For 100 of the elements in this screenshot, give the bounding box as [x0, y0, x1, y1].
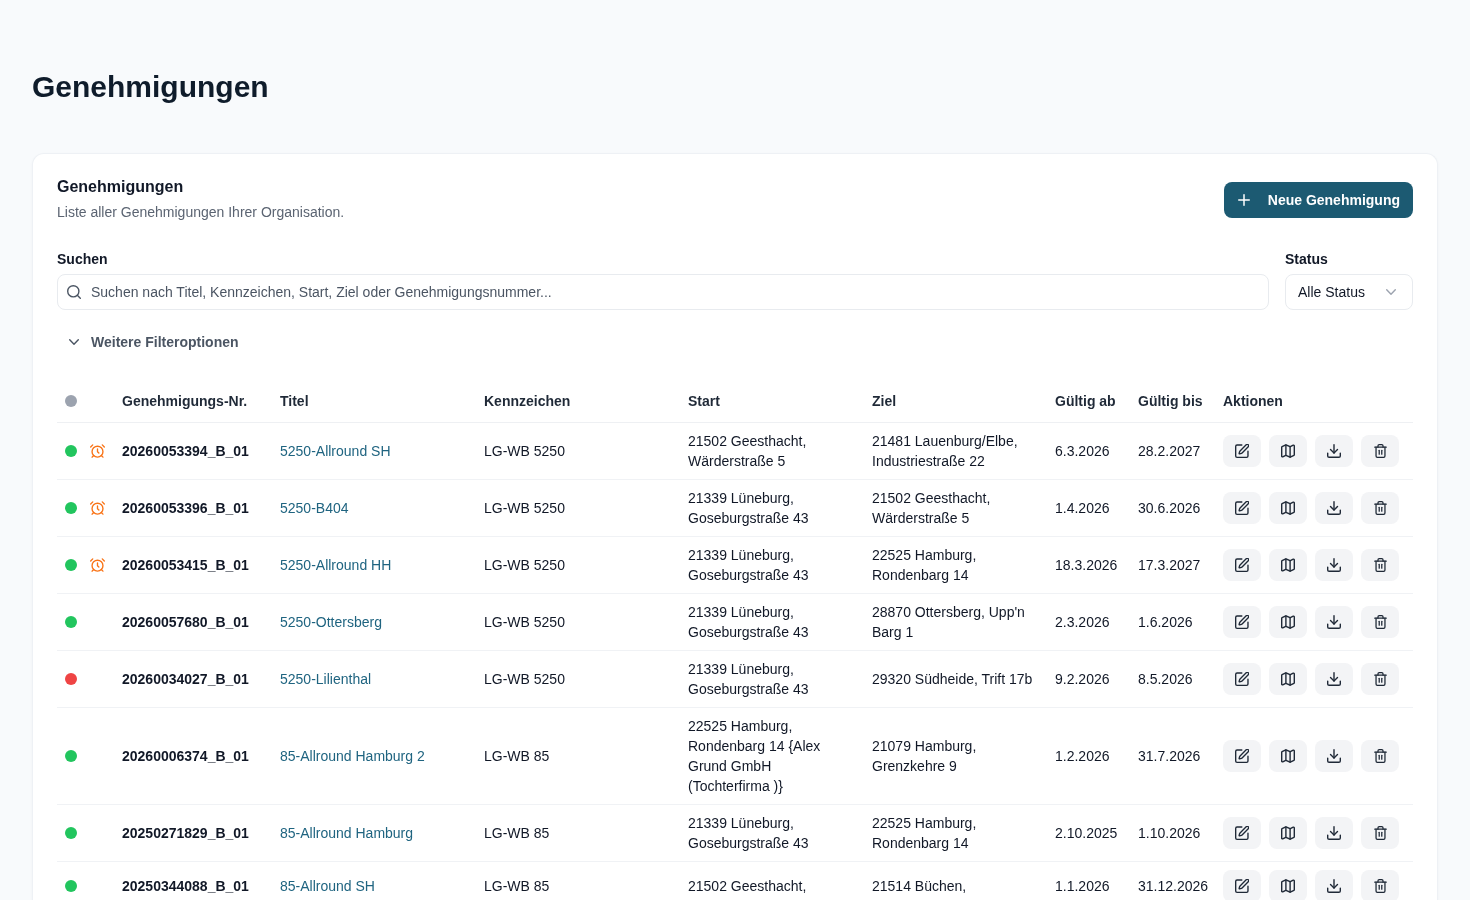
start-cell: 22525 Hamburg, Rondenbarg 14 {Alex Grund GmbH (Tochterfirma )}: [680, 707, 864, 805]
permit-title-link[interactable]: 5250-Allround HH: [280, 557, 392, 573]
start-cell: 21339 Lüneburg, Goseburgstraße 43: [680, 650, 864, 708]
trash-icon: [1373, 879, 1387, 893]
start-cell: 21339 Lüneburg, Goseburgstraße 43: [680, 804, 864, 862]
search-label: Suchen: [57, 250, 108, 269]
download-button[interactable]: [1315, 817, 1353, 849]
map-icon: [1281, 501, 1295, 515]
permit-title-link[interactable]: 85-Allround Hamburg 2: [280, 748, 425, 764]
valid-from-cell: 6.3.2026: [1047, 422, 1130, 480]
map-button[interactable]: [1269, 663, 1307, 695]
edit-button[interactable]: [1223, 435, 1261, 467]
valid-to-cell: 30.6.2026: [1130, 479, 1215, 537]
valid-from-cell: 1.2.2026: [1047, 707, 1130, 805]
valid-from-cell: 2.3.2026: [1047, 593, 1130, 651]
valid-to-cell: 8.5.2026: [1130, 650, 1215, 708]
map-button[interactable]: [1269, 549, 1307, 581]
more-filters-toggle[interactable]: Weitere Filteroptionen: [69, 332, 239, 352]
map-icon: [1281, 615, 1295, 629]
delete-button[interactable]: [1361, 663, 1399, 695]
column-header: Gültig bis: [1130, 380, 1215, 423]
pencil-square-icon: [1235, 501, 1249, 515]
permit-number-cell: 20260034027_B_01: [114, 650, 272, 708]
new-permit-button[interactable]: Neue Genehmigung: [1223, 182, 1413, 218]
map-button[interactable]: [1269, 870, 1307, 900]
trash-icon: [1373, 749, 1387, 763]
delete-button[interactable]: [1361, 740, 1399, 772]
column-header: Kennzeichen: [476, 380, 680, 423]
download-button[interactable]: [1315, 870, 1353, 900]
delete-button[interactable]: [1361, 817, 1399, 849]
edit-button[interactable]: [1223, 606, 1261, 638]
valid-from-cell: 9.2.2026: [1047, 650, 1130, 708]
page-title: Genehmigungen: [32, 69, 269, 105]
download-icon: [1327, 615, 1341, 629]
download-button[interactable]: [1315, 606, 1353, 638]
download-icon: [1327, 826, 1341, 840]
map-button[interactable]: [1269, 817, 1307, 849]
valid-to-cell: 31.7.2026: [1130, 707, 1215, 805]
permit-number-cell: 20260053415_B_01: [114, 536, 272, 594]
download-button[interactable]: [1315, 549, 1353, 581]
destination-cell: 29320 Südheide, Trift 17b: [864, 650, 1047, 708]
permit-number-cell: 20250271829_B_01: [114, 804, 272, 862]
chevron-down-icon: [1386, 289, 1396, 295]
valid-to-cell: 1.6.2026: [1130, 593, 1215, 651]
permit-title-link[interactable]: 85-Allround Hamburg: [280, 825, 414, 841]
edit-button[interactable]: [1223, 740, 1261, 772]
delete-button[interactable]: [1361, 435, 1399, 467]
permit-number-cell: 20260053396_B_01: [114, 479, 272, 537]
download-button[interactable]: [1315, 492, 1353, 524]
permit-title-link[interactable]: 5250-Ottersberg: [280, 614, 382, 630]
trash-icon: [1373, 501, 1387, 515]
start-cell: 21339 Lüneburg, Goseburgstraße 43: [680, 479, 864, 537]
delete-button[interactable]: [1361, 606, 1399, 638]
destination-cell: 28870 Ottersberg, Upp'n Barg 1: [864, 593, 1047, 651]
map-button[interactable]: [1269, 492, 1307, 524]
trash-icon: [1373, 672, 1387, 686]
destination-cell: 21481 Lauenburg/Elbe, Industriestraße 22: [864, 422, 1047, 480]
download-button[interactable]: [1315, 663, 1353, 695]
valid-from-cell: 18.3.2026: [1047, 536, 1130, 594]
search-field[interactable]: Suchen nach Titel, Kennzeichen, Start, Ziel oder Genehmigungsnummer...: [57, 274, 1269, 310]
permit-title-link[interactable]: 85-Allround SH: [280, 878, 375, 894]
delete-button[interactable]: [1361, 870, 1399, 900]
permit-number-cell: 20260053394_B_01: [114, 422, 272, 480]
permit-title-link[interactable]: 5250-Allround SH: [280, 443, 391, 459]
plate-cell: LG-WB 85: [476, 707, 680, 805]
column-header: Ziel: [864, 380, 1047, 423]
destination-cell: 22525 Hamburg, Rondenbarg 14: [864, 804, 1047, 862]
start-cell: 21502 Geesthacht,: [680, 861, 864, 900]
map-icon: [1281, 558, 1295, 572]
delete-button[interactable]: [1361, 549, 1399, 581]
start-cell: 21339 Lüneburg, Goseburgstraße 43: [680, 593, 864, 651]
destination-cell: 21502 Geesthacht, Wärderstraße 5: [864, 479, 1047, 537]
status-select[interactable]: Alle Status: [1285, 274, 1413, 310]
edit-button[interactable]: [1223, 817, 1261, 849]
start-cell: 21502 Geesthacht, Wärderstraße 5: [680, 422, 864, 480]
map-icon: [1281, 672, 1295, 686]
column-header: Genehmigungs-Nr.: [114, 380, 272, 423]
map-button[interactable]: [1269, 606, 1307, 638]
column-header: Gültig ab: [1047, 380, 1130, 423]
edit-button[interactable]: [1223, 492, 1261, 524]
permit-title-link[interactable]: 5250-B404: [280, 500, 349, 516]
plus-icon: [1237, 194, 1250, 206]
download-icon: [1327, 672, 1341, 686]
destination-cell: 21514 Büchen,: [864, 861, 1047, 900]
status-dot-icon: [65, 395, 77, 407]
pencil-square-icon: [1235, 749, 1249, 763]
map-button[interactable]: [1269, 435, 1307, 467]
edit-button[interactable]: [1223, 663, 1261, 695]
destination-cell: 21079 Hamburg, Grenzkehre 9: [864, 707, 1047, 805]
permit-number-cell: 20260057680_B_01: [114, 593, 272, 651]
edit-button[interactable]: [1223, 549, 1261, 581]
permit-title-link[interactable]: 5250-Lilienthal: [280, 671, 372, 687]
permit-number-cell: 20250344088_B_01: [114, 861, 272, 900]
edit-button[interactable]: [1223, 870, 1261, 900]
delete-button[interactable]: [1361, 492, 1399, 524]
map-button[interactable]: [1269, 740, 1307, 772]
card-subtitle: Liste aller Genehmigungen Ihrer Organisation.: [57, 203, 345, 222]
download-button[interactable]: [1315, 435, 1353, 467]
plate-cell: LG-WB 5250: [476, 479, 680, 537]
download-button[interactable]: [1315, 740, 1353, 772]
